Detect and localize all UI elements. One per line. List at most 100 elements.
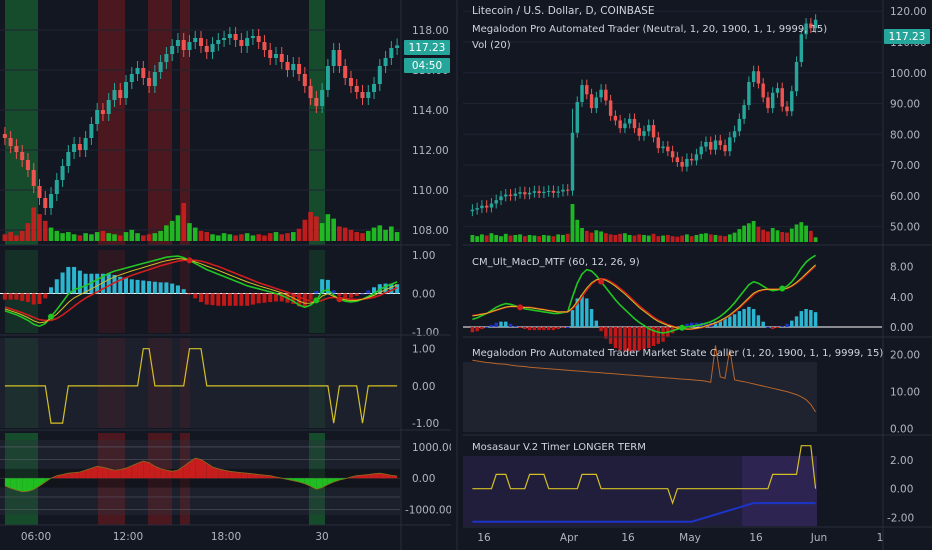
right-macd-histogram-bar	[475, 326, 479, 332]
left-volume-bar	[204, 232, 210, 241]
left-macd-histogram-bar	[31, 293, 36, 305]
right-macd-histogram-bar	[813, 312, 818, 327]
left-candle	[198, 38, 204, 46]
left-candle	[2, 134, 7, 138]
right-date-label: 16	[477, 532, 491, 544]
right-timer-highlight	[742, 456, 817, 526]
right-volume-bar	[632, 235, 637, 242]
right-volume-bar	[518, 234, 522, 242]
right-volume-bar	[508, 235, 513, 242]
right-volume-bar	[737, 229, 742, 242]
right-candle	[794, 62, 799, 92]
right-macd-histogram-bar	[747, 306, 751, 327]
right-volume-bar	[665, 234, 670, 242]
left-timer-area-segment	[195, 458, 201, 479]
left-candle	[233, 34, 238, 40]
right-candle	[518, 192, 522, 194]
right-macd-histogram-bar	[780, 325, 784, 327]
right-volume-bar	[565, 233, 570, 242]
left-candle	[377, 66, 382, 84]
right-date-label: 16	[749, 532, 763, 544]
left-timer-area-segment	[22, 478, 28, 492]
right-macd-cross-dot	[779, 285, 786, 292]
left-volume-bar	[244, 233, 250, 241]
left-volume-bar	[221, 233, 227, 241]
right-price-tick-label: 60.00	[890, 191, 920, 203]
right-candle	[618, 120, 622, 129]
right-macd-histogram-bar	[804, 308, 808, 327]
right-candle	[728, 137, 732, 152]
left-candle	[129, 74, 134, 82]
left-timer-area-segment	[97, 466, 103, 479]
right-candle	[670, 151, 675, 158]
left-time-label: 30	[315, 531, 328, 543]
left-timer-area-segment	[114, 469, 121, 479]
left-volume-bar	[308, 211, 313, 241]
right-volume-bar	[680, 235, 685, 242]
right-candle	[489, 203, 494, 208]
left-macd-histogram-bar	[152, 281, 157, 294]
left-candle	[141, 68, 146, 78]
right-candle	[751, 71, 756, 82]
left-candle	[123, 82, 129, 98]
right-volume-bar	[513, 234, 518, 242]
left-volume-bar	[152, 233, 158, 241]
right-candle	[718, 140, 722, 146]
left-macd-histogram-bar	[314, 290, 319, 294]
right-price-tick-label: 70.00	[890, 160, 920, 172]
right-candle	[632, 118, 637, 129]
left-volume-bar	[262, 235, 267, 241]
right-macd-histogram-bar	[542, 326, 546, 331]
left-macd-histogram-bar	[123, 278, 129, 294]
left-session-stripe	[98, 0, 125, 245]
right-candle	[537, 191, 541, 194]
left-macd-histogram-bar	[60, 272, 65, 294]
right-candle	[613, 115, 618, 121]
right-macd-histogram-bar	[642, 326, 646, 350]
right-volume-bar	[675, 236, 680, 242]
right-volume-bar	[751, 220, 756, 242]
left-candle	[164, 54, 169, 62]
left-macd-histogram-bar	[37, 293, 42, 304]
right-macd-histogram-bar	[656, 326, 661, 344]
right-macd-histogram-bar	[566, 326, 570, 328]
left-candle	[66, 152, 71, 166]
right-timer-tick-label: -2.00	[887, 512, 914, 524]
left-price-tick-label: 112.00	[412, 145, 449, 157]
left-macd-histogram-bar	[66, 266, 71, 294]
right-macd-histogram-bar	[551, 326, 556, 331]
left-session-stripe	[309, 0, 325, 245]
left-timer-pane[interactable]	[0, 433, 400, 525]
right-macd-histogram-bar	[513, 325, 518, 327]
left-macd-tick-label: 0.00	[412, 288, 435, 300]
right-candle	[575, 102, 579, 133]
right-price-tick-label: 80.00	[890, 129, 920, 141]
left-volume-bar	[100, 230, 106, 241]
right-volume-bar	[646, 235, 651, 242]
left-volume-bar	[175, 215, 181, 241]
right-candle	[499, 196, 503, 201]
left-time-label: 12:00	[113, 531, 143, 543]
left-macd-cross-dot	[48, 313, 55, 320]
left-candle	[291, 64, 296, 70]
right-timer-pane[interactable]	[463, 445, 817, 526]
left-candle	[360, 92, 365, 98]
right-volume-bar	[489, 233, 494, 242]
left-volume-bar	[112, 234, 117, 241]
left-signal-pane[interactable]	[0, 338, 400, 428]
left-signal-tick-label: 0.00	[412, 381, 435, 393]
left-macd-histogram-bar	[106, 273, 111, 294]
left-volume-bar	[198, 230, 204, 241]
left-volume-bar	[239, 234, 244, 241]
left-candle	[383, 58, 388, 66]
left-candle	[89, 124, 94, 138]
left-macd-histogram-bar	[210, 293, 215, 306]
right-macd-histogram-bar	[494, 322, 498, 327]
left-macd-histogram-bar	[170, 283, 175, 294]
right-volume-bar	[651, 233, 656, 242]
right-macd-histogram-bar	[618, 326, 622, 351]
right-candle	[694, 154, 699, 161]
left-volume-bar	[360, 233, 365, 241]
right-state-tick-label: 0.00	[890, 423, 913, 435]
right-volume-bar	[522, 236, 527, 242]
